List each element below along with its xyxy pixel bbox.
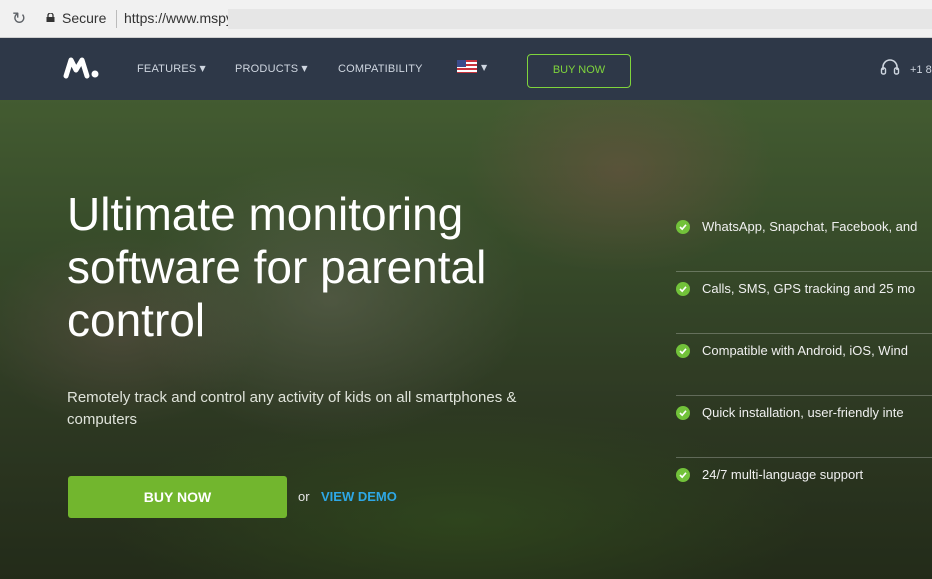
secure-label: Secure [62, 10, 107, 26]
address-bar-selection [228, 9, 932, 29]
hero-title: Ultimate monitoring software for parenta… [67, 188, 487, 346]
flag-canton [457, 60, 466, 67]
us-flag-icon[interactable] [457, 60, 477, 73]
chevron-down-icon: ▼ [301, 64, 308, 73]
reload-icon[interactable]: ↻ [12, 9, 26, 29]
feature-item: Compatible with Android, iOS, Wind [676, 334, 932, 396]
feature-text: Calls, SMS, GPS tracking and 25 mo [702, 281, 916, 296]
check-circle-icon [676, 406, 690, 420]
or-label: or [298, 489, 310, 504]
headset-icon[interactable] [879, 57, 901, 79]
hero-buy-now-button[interactable]: BUY NOW [68, 476, 287, 518]
feature-item: WhatsApp, Snapchat, Facebook, and [676, 210, 932, 272]
view-demo-link[interactable]: VIEW DEMO [321, 489, 397, 504]
check-circle-icon [676, 344, 690, 358]
url-divider [116, 10, 117, 28]
check-circle-icon [676, 220, 690, 234]
feature-text: Compatible with Android, iOS, Wind [702, 343, 908, 358]
nav-compatibility[interactable]: COMPATIBILITY [338, 63, 423, 75]
feature-item: Quick installation, user-friendly inte [676, 396, 932, 458]
support-phone[interactable]: +1 8 [910, 64, 932, 76]
chevron-down-icon[interactable]: ▼ [481, 63, 487, 72]
hero-section: Ultimate monitoring software for parenta… [0, 100, 932, 579]
lock-icon [46, 13, 55, 22]
nav-products-label: PRODUCTS [235, 63, 299, 75]
check-circle-icon [676, 282, 690, 296]
feature-text: Quick installation, user-friendly inte [702, 405, 904, 420]
chevron-down-icon: ▼ [199, 64, 206, 73]
nav-features[interactable]: FEATURES ▼ [137, 63, 206, 75]
site-navbar: FEATURES ▼ PRODUCTS ▼ COMPATIBILITY ▼ BUY … [0, 38, 932, 100]
feature-text: WhatsApp, Snapchat, Facebook, and [702, 219, 918, 234]
nav-products[interactable]: PRODUCTS ▼ [235, 63, 308, 75]
browser-toolbar: ↻ Secure https://www.mspy.com [0, 0, 932, 38]
feature-item: Calls, SMS, GPS tracking and 25 mo [676, 272, 932, 334]
nav-buy-now-button[interactable]: BUY NOW [527, 54, 631, 88]
hero-subtitle: Remotely track and control any activity … [67, 389, 517, 428]
check-circle-icon [676, 468, 690, 482]
feature-list: WhatsApp, Snapchat, Facebook, and Calls,… [676, 210, 932, 519]
feature-item: 24/7 multi-language support [676, 458, 932, 519]
nav-features-label: FEATURES [137, 63, 197, 75]
mspy-logo[interactable] [62, 52, 102, 82]
feature-text: 24/7 multi-language support [702, 467, 864, 482]
